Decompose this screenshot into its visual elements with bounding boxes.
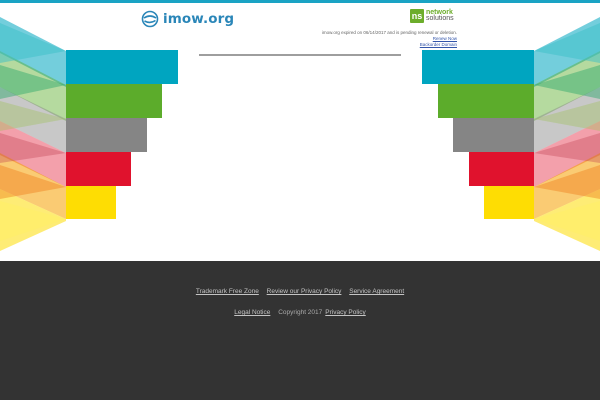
expiration-notice: imow.org expired on 06/14/2017 and is pe… (237, 30, 457, 49)
site-name: imow.org (163, 11, 235, 27)
ns-mark-icon: ns (410, 9, 424, 23)
ns-wordmark: network solutions (426, 9, 454, 23)
service-agreement-link[interactable]: Service Agreement (349, 288, 404, 295)
legal-notice-link[interactable]: Legal Notice (234, 309, 270, 316)
footer-legal-row: Legal Notice Copyright 2017 Privacy Polic… (0, 309, 600, 316)
globe-swirl-icon (141, 10, 159, 28)
privacy-policy-link[interactable]: Privacy Policy (325, 309, 365, 316)
network-solutions-logo[interactable]: ns network solutions (410, 9, 454, 23)
backorder-domain-link[interactable]: Backorder Domain (420, 42, 457, 47)
ns-wordmark-line2: solutions (426, 15, 454, 22)
parked-page-banner: imow.org ns network solutions imow.org e… (0, 3, 600, 261)
renew-now-link[interactable]: Renew Now (433, 36, 457, 41)
copyright-text: Copyright 2017 (278, 309, 323, 316)
site-logo[interactable]: imow.org (141, 8, 234, 30)
review-privacy-policy-link[interactable]: Review our Privacy Policy (267, 288, 342, 295)
content-divider (199, 54, 401, 56)
footer-links-row: Trademark Free Zone Review our Privacy P… (0, 288, 600, 295)
trademark-free-zone-link[interactable]: Trademark Free Zone (196, 288, 259, 295)
page-footer: Trademark Free Zone Review our Privacy P… (0, 261, 600, 400)
